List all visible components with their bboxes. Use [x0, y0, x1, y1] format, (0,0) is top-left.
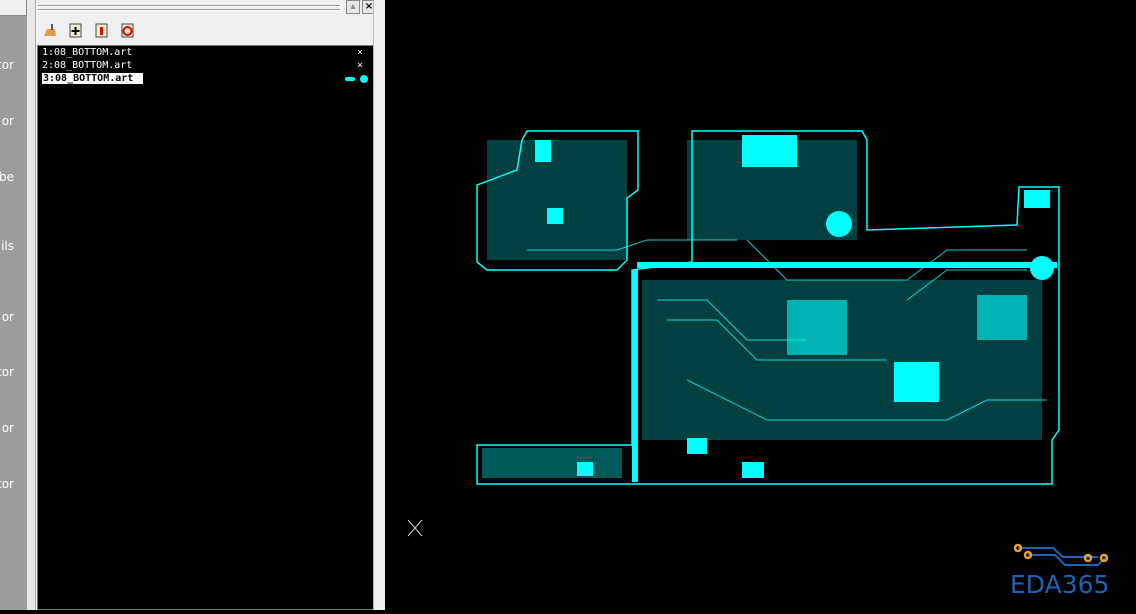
- pcb-board: [407, 130, 1060, 537]
- panel-grip[interactable]: [38, 9, 340, 11]
- layer-label: 1:08_BOTTOM.art: [42, 47, 133, 58]
- layer-hidden-icon[interactable]: ×: [357, 46, 363, 59]
- sidebar-item[interactable]: tor: [0, 58, 14, 72]
- layer-color-swatch-icon[interactable]: [345, 74, 369, 84]
- sidebar-item[interactable]: be: [0, 170, 14, 184]
- left-sidebar: tor or be ails or tor or itor: [0, 0, 27, 610]
- sidebar-header: [0, 0, 27, 16]
- layer-panel: ▴ × 1:08_BOTTOM.art × 2:08_BOTTOM.art × 3:…: [35, 0, 385, 610]
- clear-icon[interactable]: [42, 22, 58, 38]
- remove-layer-icon[interactable]: [94, 22, 110, 38]
- panel-grip[interactable]: [38, 5, 340, 7]
- add-layer-icon[interactable]: [68, 22, 84, 38]
- sidebar-item[interactable]: or: [2, 310, 14, 324]
- layer-item[interactable]: 2:08_BOTTOM.art ×: [38, 59, 373, 72]
- watermark-text: EDA365: [1010, 570, 1110, 599]
- layer-label: 3:08_BOTTOM.art: [42, 73, 144, 84]
- panel-scroll-up-button[interactable]: ▴: [346, 0, 360, 14]
- panel-scrollbar[interactable]: [373, 0, 385, 610]
- origin-marker-icon: [407, 519, 423, 537]
- splitter[interactable]: [27, 0, 35, 610]
- layer-item[interactable]: 1:08_BOTTOM.art ×: [38, 46, 373, 59]
- sidebar-item[interactable]: or: [2, 114, 14, 128]
- layer-list: 1:08_BOTTOM.art × 2:08_BOTTOM.art × 3:08_B…: [37, 45, 374, 610]
- sidebar-item[interactable]: ails: [0, 239, 14, 253]
- sidebar-item[interactable]: or: [2, 421, 14, 435]
- eda365-watermark: EDA365: [1008, 540, 1118, 599]
- sidebar-item[interactable]: itor: [0, 477, 14, 491]
- pcb-canvas[interactable]: [387, 0, 1136, 610]
- sidebar-item[interactable]: tor: [0, 365, 14, 379]
- layer-item-selected[interactable]: 3:08_BOTTOM.art: [38, 72, 373, 85]
- layer-hidden-icon[interactable]: ×: [357, 59, 363, 72]
- layer-label: 2:08_BOTTOM.art: [42, 60, 133, 71]
- delete-all-icon[interactable]: [120, 22, 136, 38]
